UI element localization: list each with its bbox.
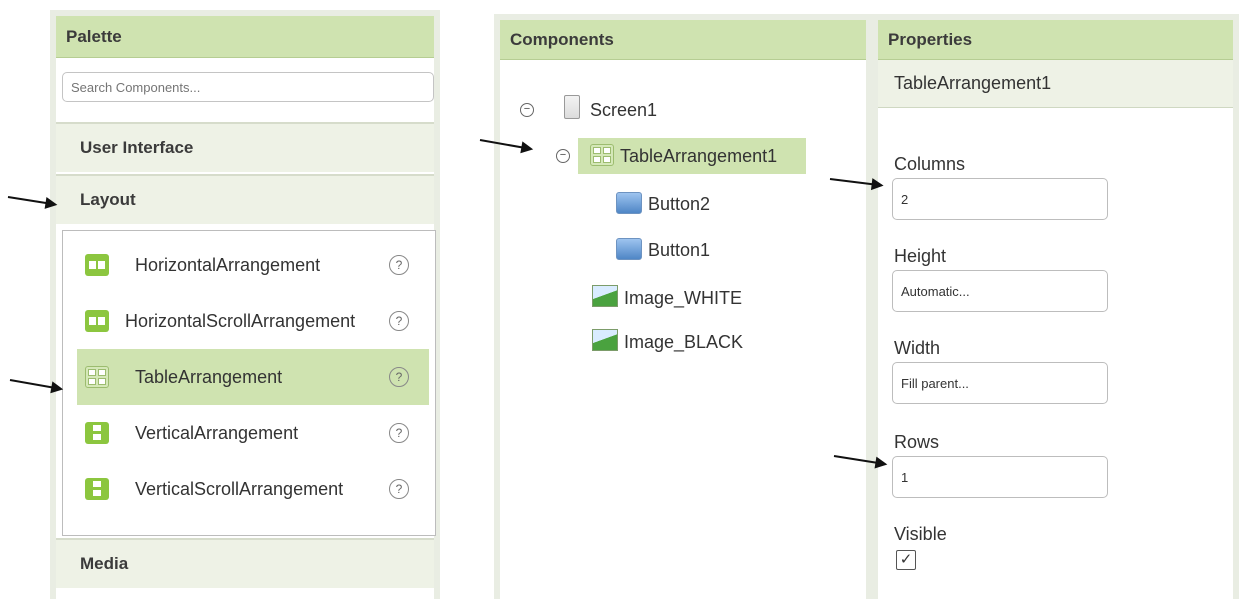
palette-item-horizontal-scroll-arrangement[interactable]: HorizontalScrollArrangement ? [77,293,429,349]
height-input[interactable]: Automatic... [892,270,1108,312]
category-layout[interactable]: Layout [56,174,434,224]
width-label: Width [894,338,941,358]
columns-label: Columns [894,154,966,174]
rows-label: Rows [894,432,940,452]
layout-components-list: HorizontalArrangement ? HorizontalScroll… [62,230,436,536]
arrow-pointer-tablearrangement [9,379,62,391]
visible-checkbox[interactable]: ✓ [896,550,916,570]
palette-item-label: TableArrangement [135,366,283,387]
palette-item-vertical-arrangement[interactable]: VerticalArrangement ? [77,405,429,461]
tree-node-label: Button1 [648,239,711,260]
help-icon[interactable]: ? [389,423,409,443]
horizontal-arrangement-icon [85,254,109,276]
tree-node-image-black[interactable]: Image_BLACK [592,324,792,360]
category-user-interface[interactable]: User Interface [56,122,434,172]
palette-item-vertical-scroll-arrangement[interactable]: VerticalScrollArrangement ? [77,461,429,517]
columns-input[interactable]: 2 [892,178,1108,220]
vertical-arrangement-icon [85,422,109,444]
tree-node-screen1[interactable]: − Screen1 [520,92,720,128]
properties-header: Properties [878,20,1233,60]
button-icon [616,238,642,260]
selected-component-name: TableArrangement1 [878,60,1233,108]
tree-node-button2[interactable]: Button2 [616,186,786,222]
help-icon[interactable]: ? [389,479,409,499]
search-components-input[interactable] [62,72,434,102]
tree-node-label: TableArrangement1 [620,145,778,166]
height-label: Height [894,246,947,266]
palette-item-table-arrangement[interactable]: TableArrangement ? [77,349,429,405]
category-media[interactable]: Media [56,538,434,588]
tree-node-label: Button2 [648,193,711,214]
help-icon[interactable]: ? [389,367,409,387]
palette-item-label: VerticalScrollArrangement [135,478,344,499]
image-icon [592,285,618,307]
horizontal-scroll-arrangement-icon [85,310,109,332]
table-arrangement-icon [590,144,614,166]
collapse-toggle-icon[interactable]: − [520,103,534,117]
tree-node-label: Image_BLACK [624,331,744,352]
components-header: Components [500,20,866,60]
palette-item-label: HorizontalArrangement [135,254,321,275]
palette-header: Palette [56,16,434,58]
rows-input[interactable]: 1 [892,456,1108,498]
tree-node-label: Screen1 [590,99,658,120]
button-icon [616,192,642,214]
palette-item-label: HorizontalScrollArrangement [125,310,356,331]
screen-icon [564,95,580,119]
tree-node-tablearrangement1[interactable]: − TableArrangement1 [556,138,806,174]
vertical-scroll-arrangement-icon [85,478,109,500]
tree-node-label: Image_WHITE [624,287,743,308]
palette-panel: Palette User Interface Layout Horizontal… [50,10,440,599]
properties-panel: Properties TableArrangement1 Columns 2 H… [872,14,1239,599]
table-arrangement-icon [85,366,109,388]
tree-node-button1[interactable]: Button1 [616,232,786,268]
image-icon [592,329,618,351]
visible-label: Visible [894,524,947,544]
collapse-toggle-icon[interactable]: − [556,149,570,163]
help-icon[interactable]: ? [389,255,409,275]
components-panel: Components − Screen1 − TableArrangement1… [494,14,872,599]
help-icon[interactable]: ? [389,311,409,331]
palette-item-horizontal-arrangement[interactable]: HorizontalArrangement ? [77,237,429,293]
arrow-pointer-layout [7,196,56,206]
width-input[interactable]: Fill parent... [892,362,1108,404]
tree-node-image-white[interactable]: Image_WHITE [592,280,792,316]
palette-item-label: VerticalArrangement [135,422,299,443]
